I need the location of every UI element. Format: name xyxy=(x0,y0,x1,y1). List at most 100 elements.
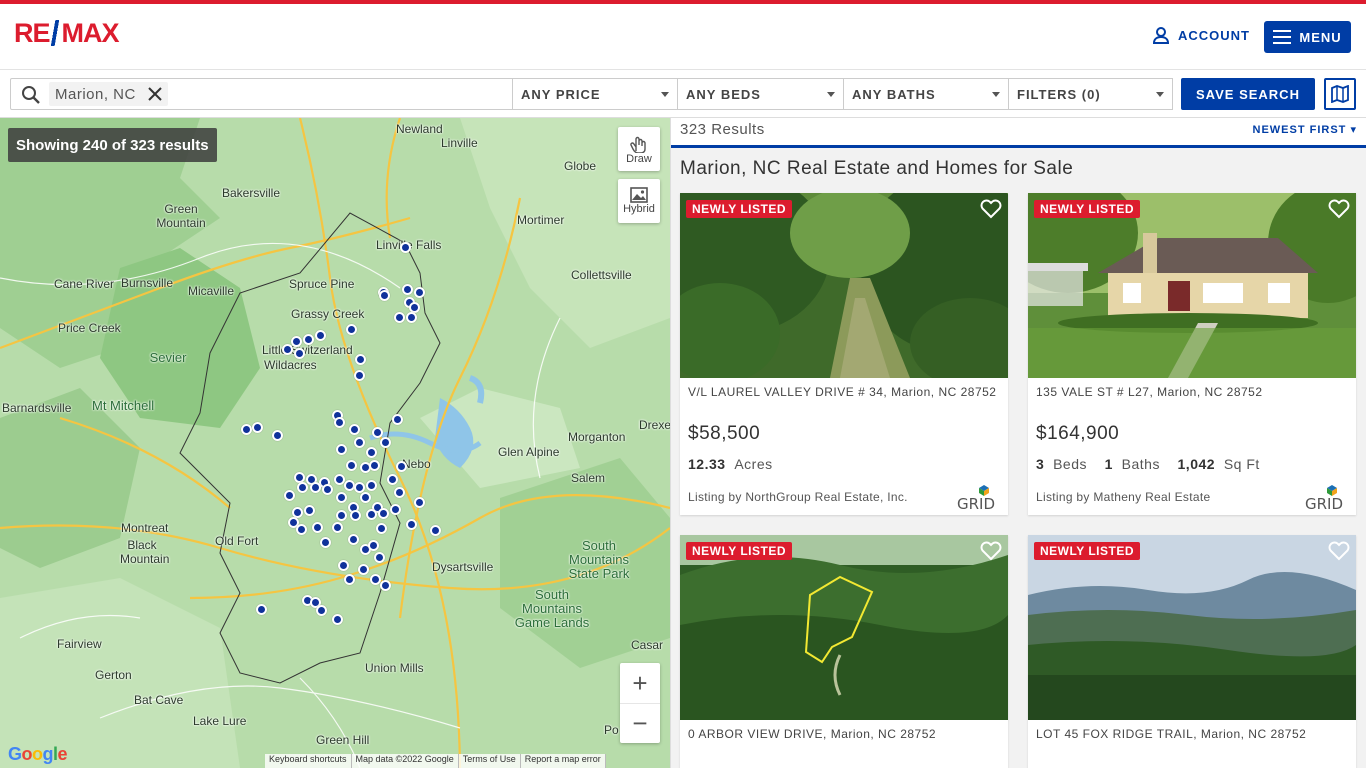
map-panel[interactable]: Newland Linville Globe Bakersville Green… xyxy=(0,118,670,768)
listing-card[interactable]: NEWLY LISTED 0 ARBOR VIEW DRIVE, Marion,… xyxy=(680,535,1008,768)
listing-pin[interactable] xyxy=(430,525,441,536)
listing-pin[interactable] xyxy=(316,605,327,616)
listing-address[interactable]: 135 VALE ST # L27, Marion, NC 28752 xyxy=(1036,385,1346,399)
listing-pin[interactable] xyxy=(350,510,361,521)
listing-pin[interactable] xyxy=(387,474,398,485)
map-view-toggle[interactable] xyxy=(1324,78,1356,110)
listing-pin[interactable] xyxy=(414,497,425,508)
listing-pin[interactable] xyxy=(379,290,390,301)
map-attribution: Keyboard shortcuts Map data ©2022 Google… xyxy=(265,754,606,768)
listing-pin[interactable] xyxy=(344,574,355,585)
listing-pin[interactable] xyxy=(322,484,333,495)
listing-pin[interactable] xyxy=(354,370,365,381)
listing-pin[interactable] xyxy=(332,614,343,625)
listing-pin[interactable] xyxy=(336,510,347,521)
listing-pin[interactable] xyxy=(378,508,389,519)
listing-pin[interactable] xyxy=(360,492,371,503)
listing-pin[interactable] xyxy=(296,524,307,535)
listing-pin[interactable] xyxy=(358,564,369,575)
zoom-in-button[interactable]: + xyxy=(620,663,660,703)
listing-pin[interactable] xyxy=(355,354,366,365)
listing-pin[interactable] xyxy=(310,482,321,493)
hand-icon xyxy=(630,136,646,153)
listing-photo[interactable]: NEWLY LISTED xyxy=(1028,535,1356,720)
account-link[interactable]: ACCOUNT xyxy=(1152,26,1250,44)
listing-pin[interactable] xyxy=(294,348,305,359)
listing-pin[interactable] xyxy=(368,540,379,551)
listing-address[interactable]: 0 ARBOR VIEW DRIVE, Marion, NC 28752 xyxy=(688,727,998,741)
menu-button[interactable]: MENU xyxy=(1264,21,1351,53)
listing-pin[interactable] xyxy=(372,427,383,438)
beds-dropdown[interactable]: ANY BEDS xyxy=(678,78,844,110)
draw-button[interactable]: Draw xyxy=(618,127,660,171)
listing-pin[interactable] xyxy=(291,336,302,347)
listing-pin[interactable] xyxy=(297,482,308,493)
baths-dropdown[interactable]: ANY BATHS xyxy=(844,78,1009,110)
listing-photo[interactable]: NEWLY LISTED xyxy=(680,193,1008,378)
listing-pin[interactable] xyxy=(366,447,377,458)
hybrid-button[interactable]: Hybrid xyxy=(618,179,660,223)
save-search-button[interactable]: SAVE SEARCH xyxy=(1181,78,1315,110)
listing-pin[interactable] xyxy=(390,504,401,515)
remax-logo[interactable]: RE MAX xyxy=(14,18,120,48)
listing-pin[interactable] xyxy=(334,417,345,428)
listing-pin[interactable] xyxy=(346,324,357,335)
listing-pin[interactable] xyxy=(282,344,293,355)
listing-address[interactable]: V/L LAUREL VALLEY DRIVE # 34, Marion, NC… xyxy=(688,385,998,399)
listing-pin[interactable] xyxy=(396,461,407,472)
listing-pin[interactable] xyxy=(320,537,331,548)
listing-pin[interactable] xyxy=(376,523,387,534)
sort-dropdown[interactable]: NEWEST FIRST ▾ xyxy=(1253,123,1357,136)
listing-pin[interactable] xyxy=(336,492,347,503)
listing-pin[interactable] xyxy=(303,334,314,345)
keyboard-shortcuts-link[interactable]: Keyboard shortcuts xyxy=(265,754,352,768)
listing-pin[interactable] xyxy=(414,287,425,298)
listing-pin[interactable] xyxy=(349,424,360,435)
listing-pin[interactable] xyxy=(252,422,263,433)
listing-pin[interactable] xyxy=(312,522,323,533)
listing-pin[interactable] xyxy=(256,604,267,615)
zoom-out-button[interactable]: − xyxy=(620,703,660,743)
listing-pin[interactable] xyxy=(402,284,413,295)
listing-pin[interactable] xyxy=(369,460,380,471)
heart-icon[interactable] xyxy=(1328,199,1350,219)
listing-pin[interactable] xyxy=(315,330,326,341)
listing-pin[interactable] xyxy=(400,242,411,253)
listing-pin[interactable] xyxy=(392,414,403,425)
listing-pin[interactable] xyxy=(394,312,405,323)
listing-pin[interactable] xyxy=(332,522,343,533)
listing-pin[interactable] xyxy=(380,437,391,448)
listing-pin[interactable] xyxy=(394,487,405,498)
listing-pin[interactable] xyxy=(241,424,252,435)
listing-address[interactable]: LOT 45 FOX RIDGE TRAIL, Marion, NC 28752 xyxy=(1036,727,1346,741)
listing-card[interactable]: NEWLY LISTED 135 VALE ST # L27, Marion, … xyxy=(1028,193,1356,515)
map-data-label: Map data ©2022 Google xyxy=(351,754,459,768)
heart-icon[interactable] xyxy=(980,199,1002,219)
listing-pin[interactable] xyxy=(284,490,295,501)
listing-pin[interactable] xyxy=(272,430,283,441)
listing-card[interactable]: NEWLY LISTED V/L LAUREL VALLEY DRIVE # 3… xyxy=(680,193,1008,515)
listing-pin[interactable] xyxy=(366,480,377,491)
listing-pin[interactable] xyxy=(338,560,349,571)
listing-pin[interactable] xyxy=(304,505,315,516)
heart-icon[interactable] xyxy=(980,541,1002,561)
listing-photo[interactable]: NEWLY LISTED xyxy=(1028,193,1356,378)
listing-pin[interactable] xyxy=(348,534,359,545)
listing-pin[interactable] xyxy=(406,312,417,323)
listing-pin[interactable] xyxy=(346,460,357,471)
price-dropdown[interactable]: ANY PRICE xyxy=(513,78,678,110)
location-search-input[interactable]: Marion, NC xyxy=(10,78,513,110)
listing-pin[interactable] xyxy=(380,580,391,591)
listing-card[interactable]: NEWLY LISTED LOT 45 FOX RIDGE TRAIL, Mar… xyxy=(1028,535,1356,768)
listing-pin[interactable] xyxy=(336,444,347,455)
listing-pin[interactable] xyxy=(406,519,417,530)
terms-link[interactable]: Terms of Use xyxy=(458,754,521,768)
listing-photo[interactable]: NEWLY LISTED xyxy=(680,535,1008,720)
listing-pin[interactable] xyxy=(374,552,385,563)
report-error-link[interactable]: Report a map error xyxy=(520,754,606,768)
listing-pin[interactable] xyxy=(354,437,365,448)
listing-pin[interactable] xyxy=(366,509,377,520)
filters-dropdown[interactable]: FILTERS (0) xyxy=(1009,78,1173,110)
close-icon[interactable] xyxy=(148,87,162,101)
heart-icon[interactable] xyxy=(1328,541,1350,561)
